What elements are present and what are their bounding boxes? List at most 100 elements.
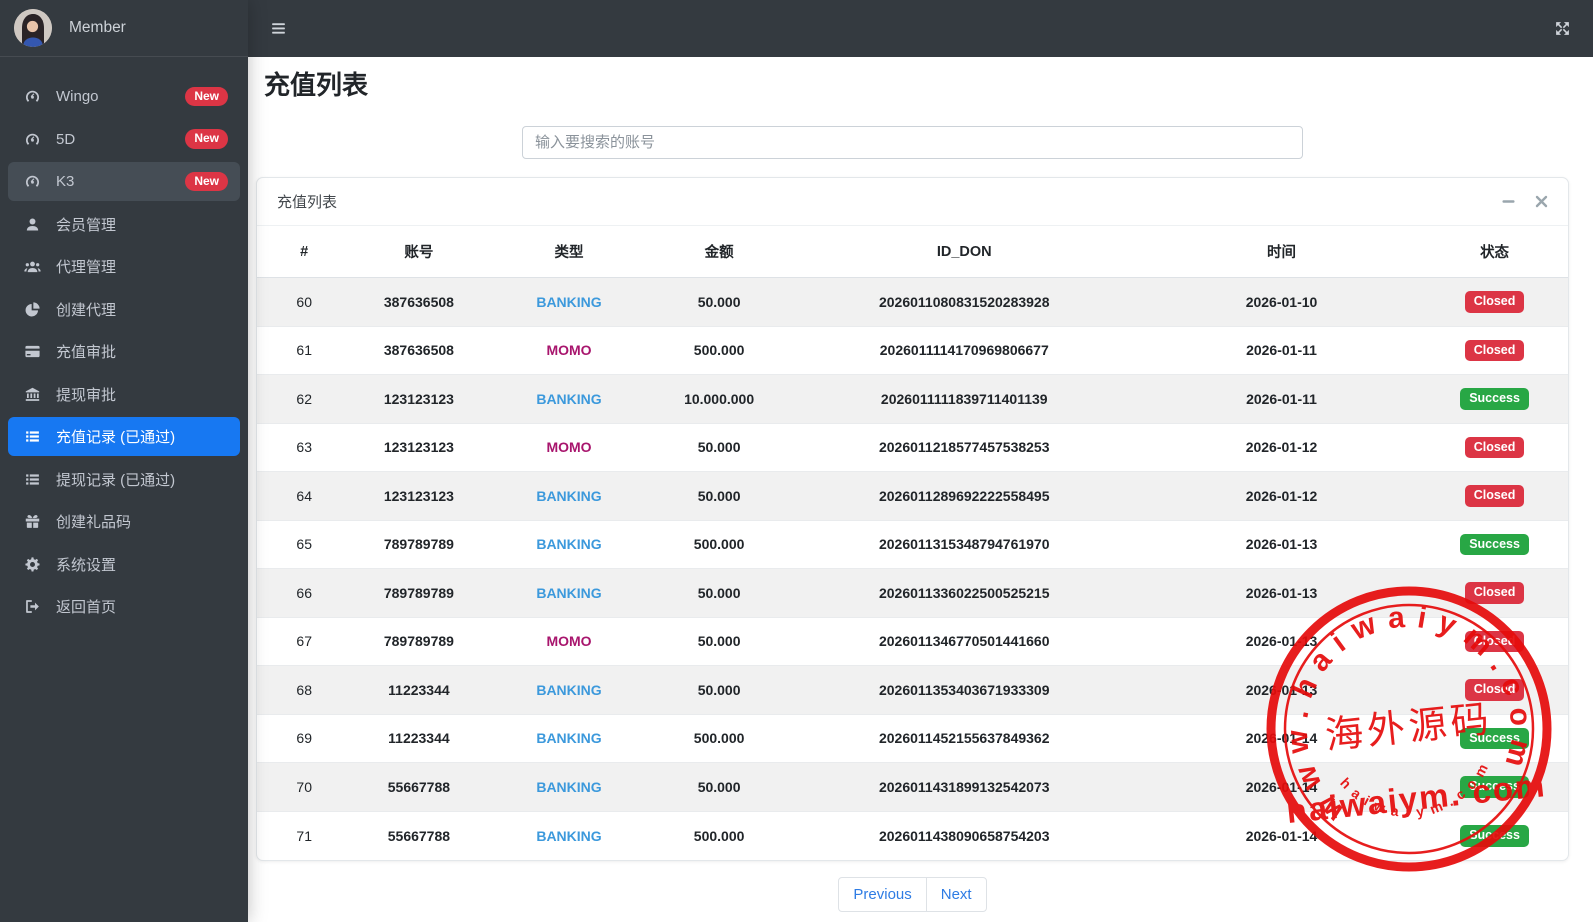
table-row: 66 789789789 BANKING 50.000 202601133602…: [257, 568, 1568, 618]
cell-index: 68: [257, 665, 352, 715]
sidebar-item-k3[interactable]: K3 New: [8, 162, 240, 201]
cell-amount: 50.000: [651, 422, 787, 472]
cell-type: MOMO: [486, 616, 652, 666]
bars-icon[interactable]: [270, 20, 287, 37]
sidebar-item-label: Wingo: [56, 88, 99, 105]
column-header-3: 类型: [486, 226, 652, 279]
table-row: 68 11223344 BANKING 50.000 2026011353403…: [257, 665, 1568, 715]
cell-id-don: 2026011353403671933309: [786, 665, 1142, 715]
cell-time: 2026-01-14: [1141, 713, 1422, 763]
sidebar-item-withdraw-approval[interactable]: 提现审批: [8, 375, 240, 414]
cell-amount: 50.000: [651, 471, 787, 521]
cell-type: MOMO: [486, 422, 652, 472]
sidebar-item-label: K3: [56, 173, 75, 190]
cell-time: 2026-01-10: [1141, 277, 1422, 327]
status-badge: Closed: [1464, 679, 1525, 701]
search-row: [256, 126, 1569, 160]
cell-index: 70: [257, 762, 352, 812]
cell-status: Success: [1421, 810, 1568, 860]
sidebar-item-label: 提现记录 (已通过): [56, 471, 176, 489]
table-header-row: # 账号 类型 金额 ID_DON 时间 状态: [257, 226, 1568, 279]
cell-account: 11223344: [351, 713, 487, 763]
table-body: 60 387636508 BANKING 50.000 202601108083…: [257, 277, 1568, 860]
sidebar-item-recharge-records[interactable]: 充值记录 (已通过): [8, 417, 240, 456]
cell-time: 2026-01-14: [1141, 762, 1422, 812]
table-row: 71 55667788 BANKING 500.000 202601143809…: [257, 810, 1568, 860]
sidebar-item-label: 返回首页: [56, 599, 117, 616]
cell-type: BANKING: [486, 713, 652, 763]
cell-status: Success: [1421, 713, 1568, 763]
cell-index: 60: [257, 277, 352, 327]
sidebar-item-system-settings[interactable]: 系统设置: [8, 545, 240, 584]
sidebar-item-5d[interactable]: 5D New: [8, 120, 240, 159]
user-profile-panel[interactable]: Member: [0, 0, 248, 57]
status-badge: Success: [1460, 533, 1529, 556]
cell-account: 123123123: [351, 422, 487, 472]
cell-index: 65: [257, 519, 352, 569]
sidebar-item-back-to-home[interactable]: 返回首页: [8, 587, 240, 626]
cell-status: Closed: [1421, 471, 1568, 521]
cell-status: Success: [1421, 762, 1568, 812]
cell-type: BANKING: [486, 568, 652, 618]
close-icon[interactable]: [1535, 195, 1548, 208]
card-header: 充值列表: [257, 178, 1568, 227]
collapse-icon[interactable]: [1502, 195, 1515, 208]
cell-status: Closed: [1421, 616, 1568, 666]
card-tools: [1502, 195, 1548, 208]
new-badge: New: [185, 129, 228, 149]
sidebar-item-label: 充值审批: [56, 344, 117, 361]
cell-type: BANKING: [486, 471, 652, 521]
cell-amount: 500.000: [651, 810, 787, 860]
cell-time: 2026-01-11: [1141, 325, 1422, 375]
cell-status: Closed: [1421, 277, 1568, 327]
status-badge: Closed: [1464, 485, 1525, 507]
list-icon: [22, 471, 43, 488]
card-title: 充值列表: [277, 194, 338, 212]
cell-index: 64: [257, 471, 352, 521]
cell-amount: 500.000: [651, 519, 787, 569]
cell-id-don: 2026011218577457538253: [786, 422, 1142, 472]
cell-id-don: 2026011080831520283928: [786, 277, 1142, 327]
gear-icon: [22, 556, 43, 573]
sidebar-item-label: 创建代理: [56, 301, 117, 319]
cell-type: MOMO: [486, 325, 652, 375]
pagination: Previous Next: [256, 876, 1569, 912]
cell-type: BANKING: [486, 374, 652, 424]
search-input[interactable]: [522, 126, 1303, 160]
cell-time: 2026-01-13: [1141, 568, 1422, 618]
sidebar-item-withdraw-records[interactable]: 提现记录 (已通过): [8, 460, 240, 499]
sidebar-item-member-management[interactable]: 会员管理: [8, 205, 240, 244]
sidebar-item-create-agent[interactable]: 创建代理: [8, 290, 240, 329]
gauge-icon: [22, 131, 43, 148]
column-header-7: 状态: [1421, 226, 1568, 279]
signout-icon: [22, 598, 43, 615]
previous-button[interactable]: Previous: [838, 876, 927, 912]
sidebar-item-label: 提现审批: [56, 386, 117, 404]
cell-type: BANKING: [486, 277, 652, 327]
cell-status: Closed: [1421, 325, 1568, 375]
cell-amount: 50.000: [651, 277, 787, 327]
cell-amount: 50.000: [651, 665, 787, 715]
expand-icon[interactable]: [1554, 20, 1571, 37]
sidebar-item-recharge-approval[interactable]: 充值审批: [8, 332, 240, 371]
cell-index: 69: [257, 713, 352, 763]
cell-type: BANKING: [486, 665, 652, 715]
next-button[interactable]: Next: [925, 876, 987, 912]
sidebar-nav: Wingo New 5D New K3 New 会员管理 代理管理 创建代理 充…: [0, 57, 248, 626]
sidebar-item-agent-management[interactable]: 代理管理: [8, 247, 240, 286]
sidebar-item-create-gift-code[interactable]: 创建礼品码: [8, 502, 240, 541]
recharge-list-card: 充值列表 # 账号 类型 金额 ID_DON 时间 状态 60 38763650…: [256, 177, 1569, 861]
column-header-4: 金额: [651, 226, 787, 279]
cell-status: Success: [1421, 374, 1568, 424]
table-row: 64 123123123 BANKING 50.000 202601128969…: [257, 471, 1568, 521]
sidebar-item-wingo[interactable]: Wingo New: [8, 77, 240, 116]
status-badge: Closed: [1464, 582, 1525, 604]
cell-account: 123123123: [351, 374, 487, 424]
cell-account: 789789789: [351, 616, 487, 666]
cell-status: Closed: [1421, 665, 1568, 715]
gauge-icon: [22, 173, 43, 190]
cell-amount: 500.000: [651, 325, 787, 375]
cell-account: 387636508: [351, 325, 487, 375]
cell-amount: 50.000: [651, 616, 787, 666]
status-badge: Success: [1460, 824, 1529, 847]
